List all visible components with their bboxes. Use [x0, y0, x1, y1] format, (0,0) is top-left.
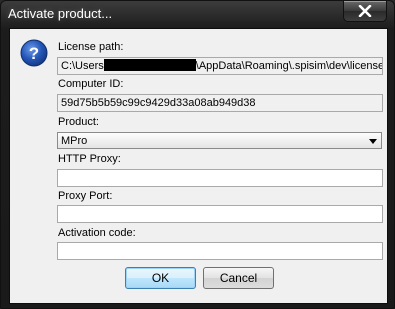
proxy-port-label: Proxy Port:: [58, 190, 113, 202]
license-path-prefix: C:\Users: [61, 60, 104, 72]
dialog-window: Activate product... ? License path: C:\U…: [0, 0, 395, 309]
close-icon: [358, 5, 372, 17]
chevron-down-icon: [369, 139, 377, 144]
product-selected-value: MPro: [61, 135, 88, 147]
http-proxy-input[interactable]: [57, 169, 383, 187]
svg-text:?: ?: [29, 44, 39, 63]
license-path-label: License path:: [58, 41, 124, 53]
activation-code-label: Activation code:: [58, 227, 136, 239]
question-icon: ?: [20, 39, 48, 67]
dialog-body: ? License path: C:\Users \AppData\Roaming…: [9, 28, 388, 304]
window-title: Activate product...: [8, 6, 113, 21]
product-label: Product:: [58, 116, 99, 128]
activation-code-input[interactable]: [57, 242, 383, 260]
ok-button[interactable]: OK: [125, 267, 196, 289]
proxy-port-input[interactable]: [57, 205, 383, 223]
license-path-suffix: \AppData\Roaming\.spisim\dev\licenses: [195, 60, 383, 72]
product-select[interactable]: MPro: [57, 132, 382, 149]
redaction-bar: [103, 59, 196, 71]
close-button[interactable]: [343, 1, 387, 22]
license-path-field[interactable]: C:\Users \AppData\Roaming\.spisim\dev\lic…: [57, 57, 383, 75]
computer-id-field[interactable]: 59d75b5b59c99c9429d33a08ab949d38: [57, 94, 383, 112]
http-proxy-label: HTTP Proxy:: [58, 153, 121, 165]
cancel-button[interactable]: Cancel: [203, 267, 274, 289]
computer-id-label: Computer ID:: [58, 78, 124, 90]
